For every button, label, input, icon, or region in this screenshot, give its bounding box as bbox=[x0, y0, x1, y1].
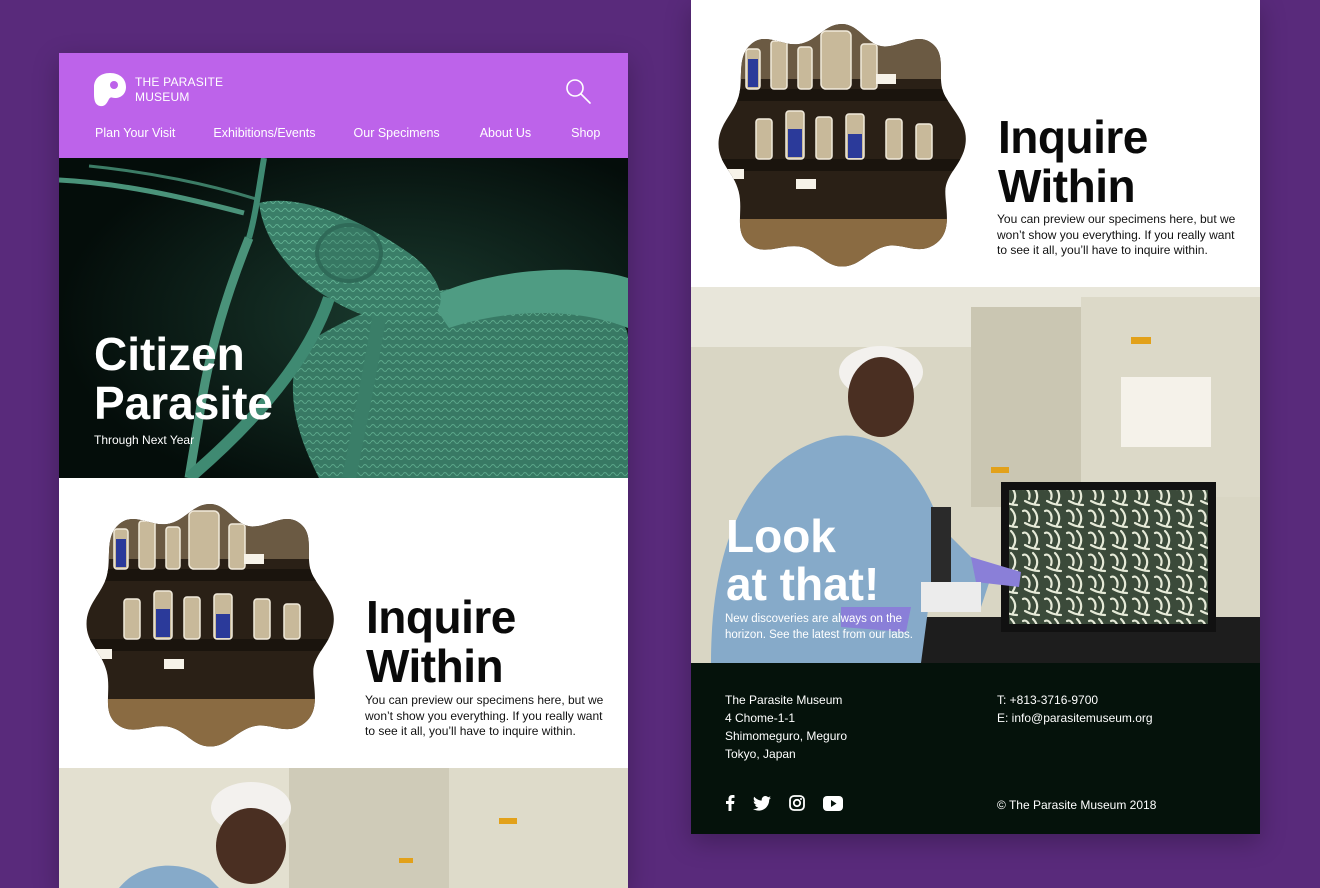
insect-image bbox=[59, 158, 628, 478]
address-line: Tokyo, Japan bbox=[725, 747, 796, 761]
hero-subtitle: Through Next Year bbox=[94, 433, 195, 447]
social-links bbox=[725, 793, 861, 813]
facebook-icon[interactable] bbox=[725, 793, 735, 813]
hero-title-line1: Citizen bbox=[94, 328, 245, 380]
lab-body: New discoveries are always on the horizo… bbox=[725, 613, 913, 641]
nav-exhibitions-events[interactable]: Exhibitions/Events bbox=[213, 126, 315, 140]
twitter-icon[interactable] bbox=[753, 793, 771, 813]
inquire-title: Inquire Within bbox=[998, 113, 1148, 211]
lab-title-line2: at that! bbox=[726, 558, 880, 610]
instagram-icon[interactable] bbox=[789, 793, 805, 813]
nav-our-specimens[interactable]: Our Specimens bbox=[354, 126, 440, 140]
lab-title: Look at that! bbox=[726, 512, 879, 608]
phone-link[interactable]: T: +813-3716-9700 bbox=[997, 691, 1153, 709]
parasite-logo-icon bbox=[94, 73, 126, 107]
specimen-shelf-image[interactable] bbox=[84, 499, 336, 749]
inquire-section-right: Inquire Within You can preview our speci… bbox=[691, 0, 1260, 287]
lab-title-line1: Look bbox=[726, 510, 836, 562]
main-nav: Plan Your Visit Exhibitions/Events Our S… bbox=[95, 126, 600, 140]
address-line: 4 Chome-1-1 bbox=[725, 711, 796, 725]
nav-plan-your-visit[interactable]: Plan Your Visit bbox=[95, 126, 175, 140]
lab-image-peek bbox=[59, 768, 628, 888]
address-line: Shimomeguro, Meguro bbox=[725, 729, 848, 743]
copyright-text: © The Parasite Museum 2018 bbox=[997, 798, 1157, 812]
page-preview-right: Inquire Within You can preview our speci… bbox=[691, 0, 1260, 834]
inquire-title-line2: Within bbox=[366, 640, 504, 692]
hero-title-line2: Parasite bbox=[94, 377, 274, 429]
site-header: THE PARASITE MUSEUM Plan Your Visit Exhi… bbox=[59, 53, 628, 158]
inquire-title-line1: Inquire bbox=[366, 591, 516, 643]
footer-contact: T: +813-3716-9700 E: info@parasitemuseum… bbox=[997, 691, 1153, 727]
lab-section[interactable]: Look at that! New discoveries are always… bbox=[691, 287, 1260, 663]
specimen-shelf-image[interactable] bbox=[716, 19, 968, 269]
inquire-section: Inquire Within You can preview our speci… bbox=[59, 478, 628, 768]
nav-shop[interactable]: Shop bbox=[571, 126, 600, 140]
youtube-icon[interactable] bbox=[823, 793, 843, 813]
logo-text-line2: MUSEUM bbox=[135, 89, 190, 104]
inquire-body: You can preview our specimens here, but … bbox=[997, 212, 1236, 257]
inquire-title-line2: Within bbox=[998, 160, 1136, 212]
logo-text-line1: THE PARASITE bbox=[135, 74, 224, 89]
hero-title: Citizen Parasite bbox=[94, 330, 273, 428]
address-line: The Parasite Museum bbox=[725, 693, 843, 707]
lab-image bbox=[59, 768, 628, 888]
inquire-body: You can preview our specimens here, but … bbox=[365, 693, 604, 738]
page-preview-left: THE PARASITE MUSEUM Plan Your Visit Exhi… bbox=[59, 53, 628, 888]
hero-banner[interactable]: Citizen Parasite Through Next Year bbox=[59, 158, 628, 478]
inquire-title: Inquire Within bbox=[366, 593, 516, 691]
footer-address: The Parasite Museum 4 Chome-1-1 Shimomeg… bbox=[725, 691, 847, 763]
nav-about-us[interactable]: About Us bbox=[480, 126, 531, 140]
site-footer: The Parasite Museum 4 Chome-1-1 Shimomeg… bbox=[691, 663, 1260, 834]
email-link[interactable]: E: info@parasitemuseum.org bbox=[997, 709, 1153, 727]
search-icon[interactable] bbox=[564, 77, 592, 105]
inquire-title-line1: Inquire bbox=[998, 111, 1148, 163]
logo[interactable]: THE PARASITE MUSEUM bbox=[93, 72, 223, 107]
